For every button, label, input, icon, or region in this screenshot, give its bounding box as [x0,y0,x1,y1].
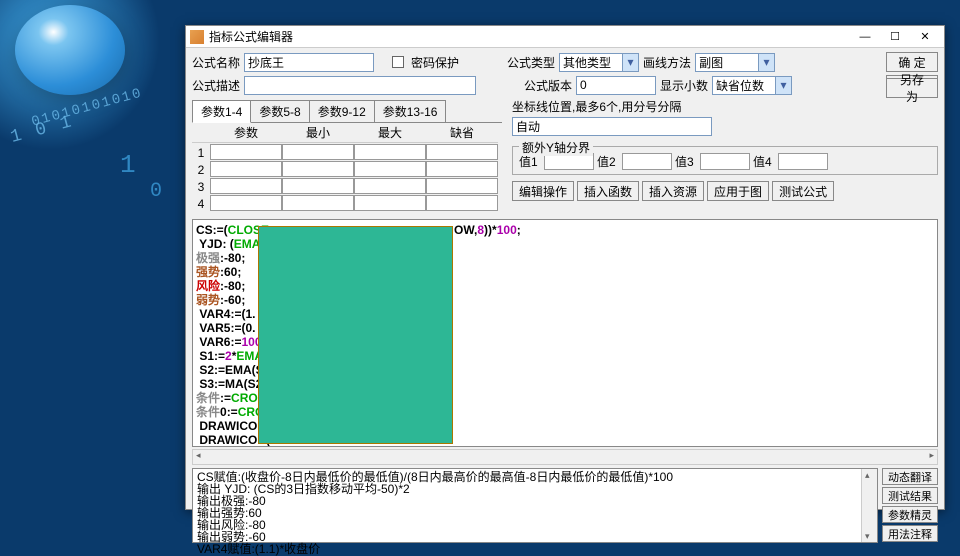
app-icon [190,30,204,44]
chevron-down-icon: ▾ [622,54,638,71]
p1-min[interactable] [282,144,354,160]
edit-op-button[interactable]: 编辑操作 [512,181,574,201]
selection-overlay [258,226,453,444]
save-as-button[interactable]: 另存为 [886,78,938,98]
desc-label: 公式描述 [192,77,240,94]
insert-res-button[interactable]: 插入资源 [642,181,704,201]
param-wizard-button[interactable]: 参数精灵 [882,506,938,523]
p4-max[interactable] [354,195,426,211]
chevron-down-icon: ▾ [775,77,791,94]
draw-label: 画线方法 [643,54,691,71]
p3-min[interactable] [282,178,354,194]
p2-max[interactable] [354,161,426,177]
chevron-down-icon: ▾ [758,54,774,71]
p4-min[interactable] [282,195,354,211]
tab-params-1-4[interactable]: 参数1-4 [192,100,251,123]
tab-params-13-16[interactable]: 参数13-16 [374,100,447,122]
p1-max[interactable] [354,144,426,160]
name-label: 公式名称 [192,54,240,71]
coord-input[interactable] [512,117,712,136]
p4-def[interactable] [426,195,498,211]
test-button[interactable]: 测试公式 [772,181,834,201]
tab-params-5-8[interactable]: 参数5-8 [250,100,309,122]
editor-window: 指标公式编辑器 — ☐ ✕ 公式名称 密码保护 公式类型 其他类型▾ 画线方法 … [185,25,945,510]
pwd-checkbox[interactable] [392,56,404,68]
code-editor[interactable]: CS:=(CLOSEOW,8))*100; YJD: (EMA 极强:-80; … [192,219,938,447]
p3-def[interactable] [426,178,498,194]
param-tabs: 参数1-4 参数5-8 参数9-12 参数13-16 [192,100,502,123]
type-dropdown[interactable]: 其他类型▾ [559,53,639,72]
insert-func-button[interactable]: 插入函数 [577,181,639,201]
test-result-button[interactable]: 测试结果 [882,487,938,504]
p3-max[interactable] [354,178,426,194]
pwd-label: 密码保护 [411,54,459,71]
extra-y-group: 额外Y轴分界 值1 值2 值3 值4 [512,146,938,175]
horizontal-scrollbar[interactable] [192,449,938,465]
maximize-button[interactable]: ☐ [880,28,910,46]
max-header: 最大 [354,123,426,143]
minimize-button[interactable]: — [850,28,880,46]
group-title: 额外Y轴分界 [519,139,593,156]
val3-input[interactable] [700,153,750,170]
p1-name[interactable] [210,144,282,160]
name-input[interactable] [244,53,374,72]
window-title: 指标公式编辑器 [209,28,850,45]
close-button[interactable]: ✕ [910,28,940,46]
draw-dropdown[interactable]: 副图▾ [695,53,775,72]
output-panel[interactable]: CS赋值:(收盘价-8日内最低价的最低值)/(8日内最高价的最高值-8日内最低价… [192,468,878,543]
min-header: 最小 [282,123,354,143]
apply-button[interactable]: 应用于图 [707,181,769,201]
p2-min[interactable] [282,161,354,177]
vertical-scrollbar[interactable] [861,469,877,542]
param-header: 参数 [210,123,282,143]
desc-input[interactable] [244,76,476,95]
p2-def[interactable] [426,161,498,177]
p2-name[interactable] [210,161,282,177]
tab-params-9-12[interactable]: 参数9-12 [309,100,375,122]
ver-input[interactable] [576,76,656,95]
ver-label: 公式版本 [524,77,572,94]
ok-button[interactable]: 确 定 [886,52,938,72]
val4-input[interactable] [778,153,828,170]
val2-input[interactable] [622,153,672,170]
usage-note-button[interactable]: 用法注释 [882,525,938,542]
dec-label: 显示小数 [660,77,708,94]
def-header: 缺省 [426,123,498,143]
type-label: 公式类型 [507,54,555,71]
dec-dropdown[interactable]: 缺省位数▾ [712,76,792,95]
dyn-trans-button[interactable]: 动态翻译 [882,468,938,485]
coord-label: 坐标线位置,最多6个,用分号分隔 [512,98,886,115]
p4-name[interactable] [210,195,282,211]
p1-def[interactable] [426,144,498,160]
p3-name[interactable] [210,178,282,194]
titlebar: 指标公式编辑器 — ☐ ✕ [186,26,944,48]
